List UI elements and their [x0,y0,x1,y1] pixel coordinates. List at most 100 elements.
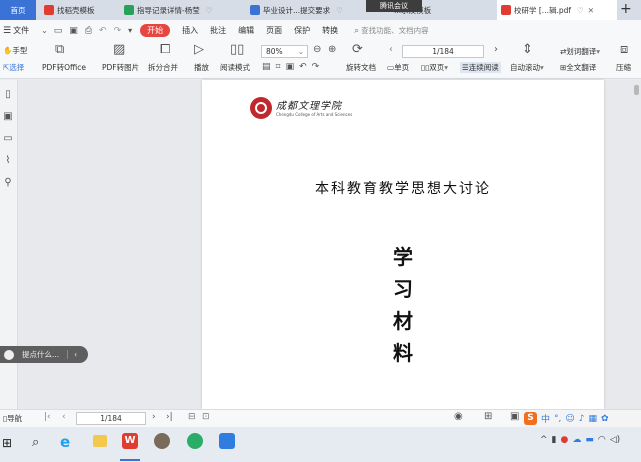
rotate-icon: ⟳ [352,42,363,57]
vertical-title-char: 材 [393,309,413,333]
thumbnail-icon[interactable]: ▣ [2,111,14,123]
next-page-icon[interactable]: › [494,44,498,55]
tab-home[interactable]: 首页 [0,0,36,20]
save-icon[interactable]: ▣ [69,26,78,36]
play-icon: ▷ [194,42,204,57]
attachment-icon[interactable]: ⌇ [2,155,14,167]
search-input[interactable]: 查找功能、文档内容 [361,25,429,36]
search-icon[interactable]: ⌕ [354,26,359,36]
undo-icon[interactable]: ↶ [99,26,107,36]
single-page-button[interactable]: ▭单页 [387,62,409,73]
book-icon: ▯▯ [230,42,245,57]
menu-bar: ☰ 文件 ⌄ ▭ ▣ ⎙ ↶ ↷ ▾ 开始 插入 批注 编辑 页面 保护 转换 … [0,20,641,41]
meeting-overlay[interactable]: 腾讯会议 [366,0,422,12]
menu-page[interactable]: 页面 [266,25,282,36]
split-merge-button[interactable]: 拆分合并 [148,62,178,73]
new-tab-button[interactable]: + [620,1,632,17]
tab-guidance-record[interactable]: 指导记录详情-杨莹 ♡ [120,0,238,20]
zoom-select[interactable]: 80% ⌄ [261,45,308,58]
stamp-icon[interactable]: ⚲ [2,177,14,189]
comment-icon[interactable]: ▭ [2,133,14,145]
vertical-title-char: 学 [393,245,413,269]
wifi-icon: ◠ [597,435,606,445]
next-page-icon[interactable]: › [152,412,156,422]
ime-toolbar[interactable]: S 中 °, ☺ ♪ ▦ ✿ [521,410,641,427]
avatar-app-icon[interactable] [154,433,170,449]
scrollbar-thumb[interactable] [634,85,639,95]
chinese-mode-icon: 中 [541,415,551,425]
keyboard-icon: ▦ [588,413,598,424]
bookmark-icon[interactable]: ▯ [2,89,14,101]
continuous-read-button[interactable]: ☰连续阅读 [460,62,501,73]
volume-icon: ◁) [609,435,621,445]
chevron-down-icon[interactable]: ⌄ [41,26,48,35]
menu-convert[interactable]: 转换 [322,25,338,36]
pdf-office-icon: ⧉ [55,42,65,57]
punctuation-icon: °, [554,413,562,424]
zoom-in-icon[interactable]: ⊕ [328,44,336,55]
pdf-to-image-button[interactable]: PDF转图片 [102,62,139,73]
assistant-bubble[interactable]: 提点什么... ‹ [0,346,88,363]
emoji-icon: ☺ [565,413,575,424]
menu-insert[interactable]: 插入 [182,25,198,36]
pdf-icon [501,5,511,15]
fit-width-icon[interactable]: ⊡ [202,412,210,422]
hand-tool[interactable]: ✋手型 [3,45,27,56]
continuous-icon: ☰ [462,63,469,72]
menu-start[interactable]: 开始 [140,24,171,37]
system-tray[interactable]: ^ ▮ ● ☁ ▬ ◠ ◁) [540,435,620,445]
active-app-indicator [120,459,140,461]
collapse-chevron-icon[interactable]: ‹ [67,350,77,359]
wps-icon[interactable]: W [122,433,138,449]
page-number-input[interactable]: 1/184 [402,45,484,58]
more-chevron-icon[interactable]: ▾ [128,26,132,35]
prev-page-icon[interactable]: ‹ [389,44,393,55]
menu-file[interactable]: 文件 [13,25,29,36]
close-icon[interactable]: ✕ [588,6,594,15]
menu-edit[interactable]: 编辑 [238,25,254,36]
nav-button[interactable]: ▯导航 [3,413,22,424]
fit-icon[interactable]: ⊟ [188,412,196,422]
tab-thesis-requirements[interactable]: 毕业设计...提交要求 ♡ [246,0,362,20]
translate-full-button[interactable]: ⊞全文翻译 [560,62,596,73]
folder-icon[interactable] [93,435,107,447]
open-icon[interactable]: ▭ [54,26,63,36]
print-icon[interactable]: ⎙ [85,26,92,36]
prev-page-icon[interactable]: ‹ [62,412,66,422]
read-mode-button[interactable]: 阅读模式 [220,62,250,73]
menu-protect[interactable]: 保护 [294,25,310,36]
wechat-icon[interactable] [187,433,203,449]
double-page-button[interactable]: ▯▯双页▾ [421,62,448,73]
pdf-to-office-button[interactable]: PDF转Office [42,62,86,73]
document-heading: 本科教育教学思想大讨论 [315,181,491,197]
pin-icon[interactable]: ♡ [206,6,213,15]
rotate-document-button[interactable]: 旋转文档 [346,62,376,73]
pin-icon[interactable]: ♡ [336,6,343,15]
menu-annotate[interactable]: 批注 [210,25,226,36]
translate-word-button[interactable]: ⇄划词翻译▾ [560,46,600,57]
redo-icon[interactable]: ↷ [114,26,122,36]
search-icon[interactable]: ⌕ [32,435,39,450]
tab-pdf-active[interactable]: 校研学 [...辑.pdf ♡ ✕ [497,0,617,20]
mic-icon: ♪ [578,413,585,424]
edge-icon[interactable]: e [60,433,70,451]
play-button[interactable]: 播放 [194,62,209,73]
view-tools-icons[interactable]: ▤⌗▣↶↷ [262,62,324,72]
status-page-input[interactable]: 1/184 [76,412,146,425]
pin-icon[interactable]: ♡ [577,6,584,15]
windows-start-icon[interactable]: ⊞ [2,436,12,450]
layout-icon[interactable]: ⊞ [484,411,492,422]
eye-icon[interactable]: ◉ [454,411,463,422]
last-page-icon[interactable]: ›| [166,412,173,422]
auto-scroll-button[interactable]: 自动滚动▾ [510,62,544,73]
select-tool[interactable]: ⇱选择 [3,62,24,73]
meeting-app-icon[interactable] [219,433,235,449]
compress-button[interactable]: 压缩 [616,62,631,73]
tab-bar: 首页 找稻壳模板 指导记录详情-杨莹 ♡ 毕业设计...提交要求 ♡ ...求及… [0,0,641,20]
tab-templates[interactable]: 找稻壳模板 [40,0,118,20]
hamburger-icon[interactable]: ☰ [3,26,11,36]
first-page-icon[interactable]: |‹ [44,412,51,422]
page-view-icon[interactable]: ▣ [510,411,519,422]
zoom-out-icon[interactable]: ⊖ [313,44,321,55]
pdf-page: 成都文理学院 Chengdu College of Arts and Scien… [202,80,604,409]
